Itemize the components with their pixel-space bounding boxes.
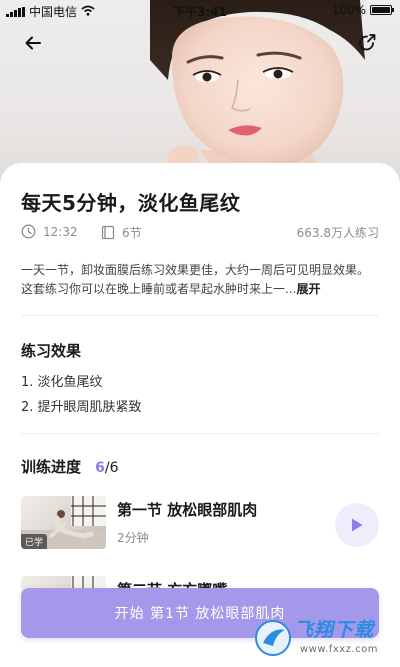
play-button[interactable] [335,503,379,547]
lesson-row[interactable]: 已学 第一节 放松眼部肌肉 2分钟 [21,496,379,551]
divider [21,315,379,316]
course-description: 一天一节，卸妆面膜后练习效果更佳，大约一周后可见明显效果。这套练习你可以在晚上睡… [21,261,371,299]
progress-total: /6 [104,460,119,476]
sections-value: 6节 [122,226,142,240]
lesson-thumbnail: 已学 [21,496,106,549]
watermark: 飞翔下载 www.fxxz.com [254,615,394,663]
sections-info: 6节 [101,224,142,241]
watermark-url: www.fxxz.com [300,644,378,655]
divider [21,433,379,434]
back-arrow-icon [25,36,41,50]
play-icon [352,518,363,532]
status-bar: 中国电信 下午3:41 100% [0,0,400,22]
course-title: 每天5分钟，淡化鱼尾纹 [21,191,241,215]
lesson-title: 第一节 放松眼部肌肉 [117,501,258,519]
share-icon [359,34,376,51]
watermark-brand: 飞翔下载 [294,619,375,641]
effect-item: 1. 淡化鱼尾纹 [21,375,103,390]
back-button[interactable] [20,30,46,56]
effects-list: 1. 淡化鱼尾纹 2. 提升眼周肌肤紧致 [21,370,142,420]
battery-icon [370,5,394,15]
training-progress: 6/6 [86,460,118,476]
learned-badge: 已学 [21,534,48,549]
progress-current: 6 [95,460,105,476]
training-heading: 训练进度 6/6 [21,456,119,477]
effects-heading: 练习效果 [21,342,82,360]
practice-count: 663.8万人练习 [296,226,379,240]
clock-icon [21,224,36,239]
duration-value: 12:32 [43,224,78,239]
book-icon [101,225,115,240]
expand-link[interactable]: 展开 [296,282,320,296]
course-meta: 12:32 6节 663.8万人练习 [21,224,379,242]
lesson-duration: 2分钟 [117,531,149,545]
training-heading-label: 训练进度 [21,458,82,476]
duration-info: 12:32 [21,224,78,239]
share-button[interactable] [354,30,380,56]
battery-percent: 100% [331,3,366,17]
watermark-logo-icon [255,620,291,656]
effect-item: 2. 提升眼周肌肤紧致 [21,400,142,415]
